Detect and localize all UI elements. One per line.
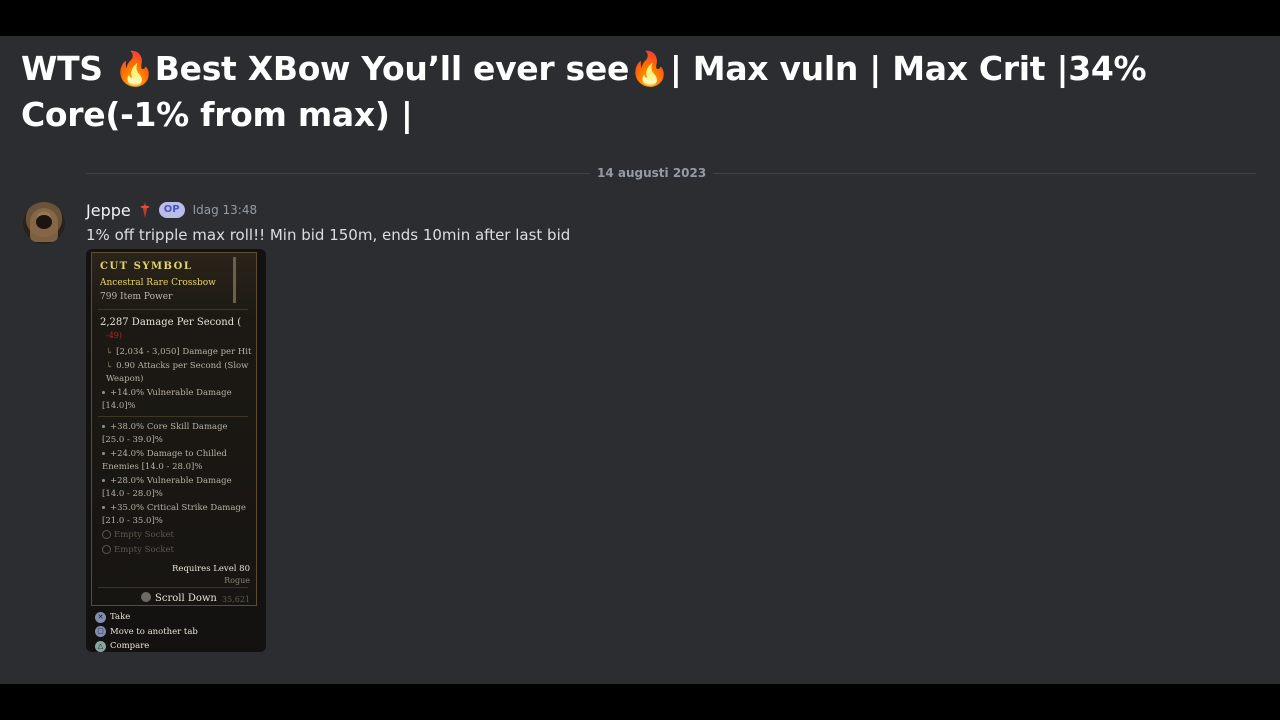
arrow-icon: ↳: [106, 361, 114, 371]
triangle-button-icon: △: [95, 640, 106, 652]
bullet-icon: [102, 479, 105, 482]
message-content: 1% off tripple max roll!! Min bid 150m, …: [86, 226, 571, 244]
tooltip-separator: [98, 309, 248, 310]
item-power: 799 Item Power: [100, 292, 173, 302]
message-header: Jeppe OP Idag 13:48: [86, 198, 257, 222]
cross-button-icon: ✕: [95, 611, 106, 623]
arrow-icon: ↳: [106, 347, 114, 357]
tooltip-scrollbar: [233, 257, 236, 303]
item-affix: +24.0% Damage to Chilled Enemies [14.0 -…: [102, 449, 227, 472]
bullet-icon: [102, 452, 105, 455]
bullet-icon: [102, 506, 105, 509]
item-name: CUT SYMBOL: [100, 261, 193, 272]
item-class: Rogue: [224, 576, 250, 585]
item-socket: Empty Socket: [102, 545, 174, 555]
date-divider: 14 augusti 2023: [590, 164, 714, 182]
control-move-tab: ▢ Move to another tab: [95, 625, 198, 640]
tooltip-separator: [98, 416, 248, 417]
stick-button-icon: [141, 592, 151, 602]
forum-thread-view: WTS 🔥Best XBow You’ll ever see🔥| Max vul…: [0, 36, 1280, 684]
item-tooltip: CUT SYMBOL Ancestral Rare Crossbow 799 I…: [91, 252, 257, 606]
square-button-icon: ▢: [95, 626, 106, 638]
timestamp: Idag 13:48: [192, 203, 258, 217]
item-level-requirement: Requires Level 80: [172, 564, 250, 574]
tooltip-separator: [98, 587, 248, 588]
item-affix: +38.0% Core Skill Damage [25.0 - 39.0]%: [102, 422, 228, 445]
control-take: ✕ Take: [95, 610, 198, 625]
item-damage-per-hit: ↳ [2,034 - 3,050] Damage per Hit: [106, 347, 252, 357]
avatar[interactable]: [23, 202, 65, 244]
role-icon: [139, 202, 150, 218]
op-badge: OP: [158, 202, 185, 218]
item-dps-change: -49): [106, 331, 123, 340]
avatar-face: [36, 215, 52, 229]
bullet-icon: [102, 425, 105, 428]
item-socket: Empty Socket: [102, 530, 174, 540]
item-affix: +28.0% Vulnerable Damage [14.0 - 28.0]%: [102, 476, 232, 499]
socket-icon: [102, 530, 111, 539]
item-implicit: +14.0% Vulnerable Damage [14.0]%: [102, 388, 232, 411]
item-attack-speed: ↳ 0.90 Attacks per Second (Slow Weapon): [106, 361, 249, 384]
item-type: Ancestral Rare Crossbow: [100, 278, 216, 288]
item-dps: 2,287 Damage Per Second (: [100, 317, 242, 328]
item-affix: +35.0% Critical Strike Damage [21.0 - 35…: [102, 503, 246, 526]
scroll-down-prompt: Scroll Down: [141, 592, 217, 604]
socket-icon: [102, 545, 111, 554]
username[interactable]: Jeppe: [86, 201, 131, 220]
bullet-icon: [102, 391, 105, 394]
control-compare: △ Compare: [95, 639, 198, 652]
controller-prompts: ✕ Take ▢ Move to another tab △ Compare: [95, 610, 198, 652]
image-attachment[interactable]: CUT SYMBOL Ancestral Rare Crossbow 799 I…: [86, 249, 266, 652]
thread-title: WTS 🔥Best XBow You’ll ever see🔥| Max vul…: [21, 49, 1147, 134]
item-sell-value: 35,621: [222, 595, 250, 604]
